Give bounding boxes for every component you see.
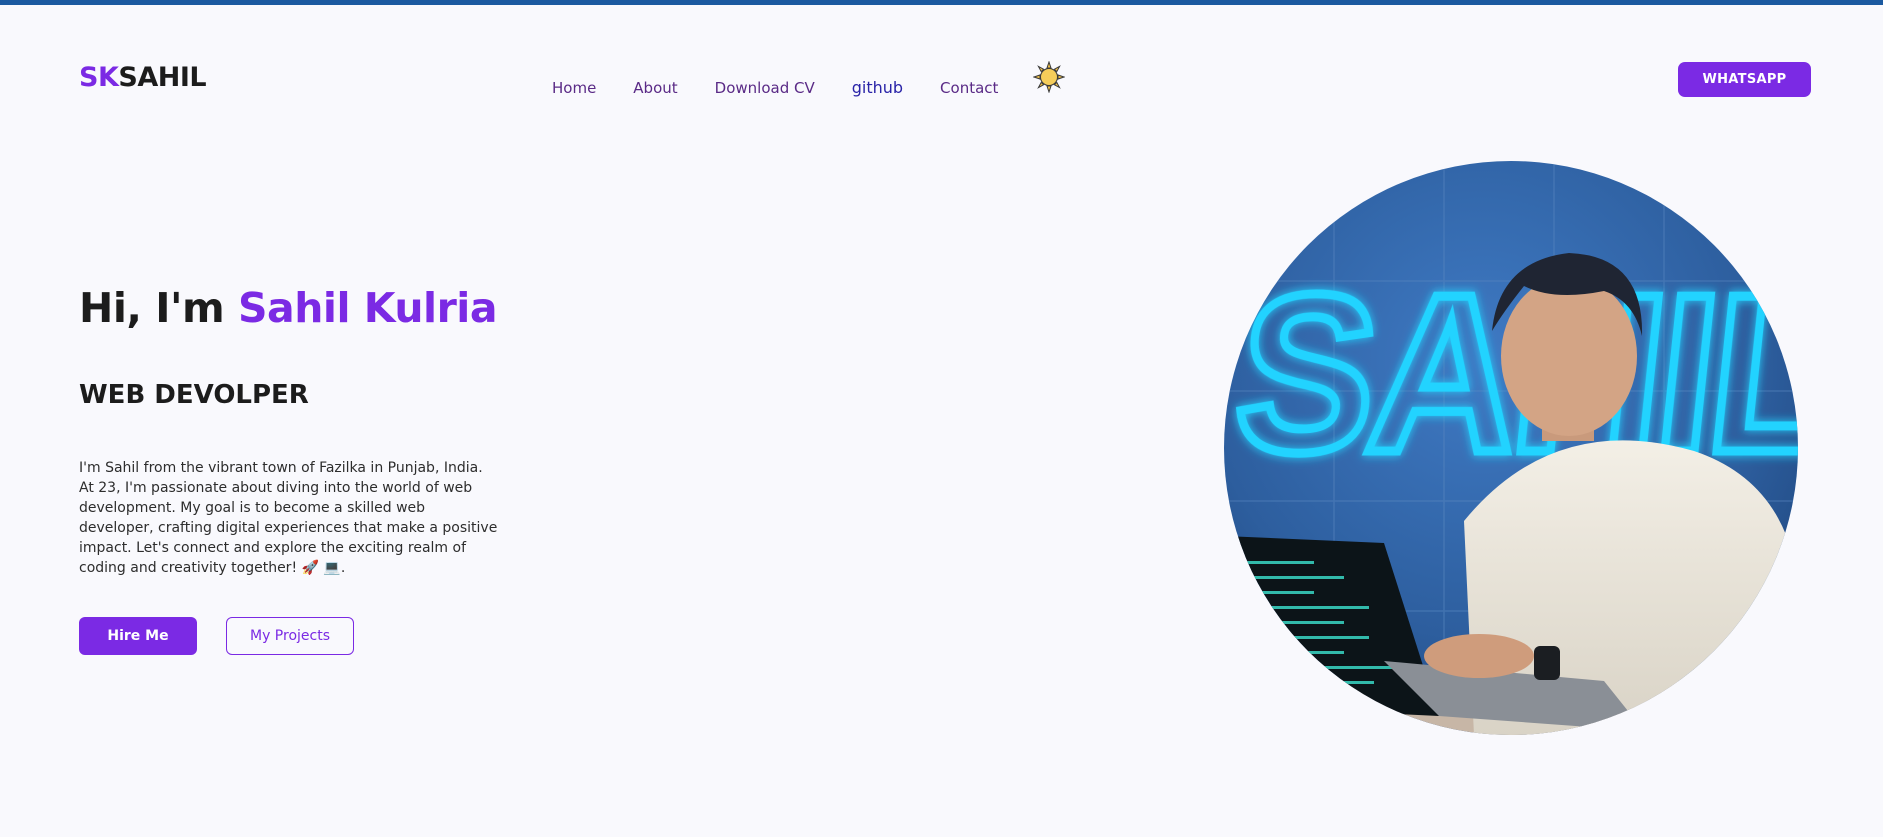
nav-download-cv-link[interactable]: Download CV — [715, 79, 815, 97]
face — [1501, 276, 1637, 436]
watch — [1534, 646, 1560, 680]
hero-greeting: Hi, I'm — [79, 284, 225, 332]
main-nav: Home About Download CV github Contact — [552, 78, 1035, 97]
whatsapp-button[interactable]: WHATSAPP — [1678, 62, 1811, 97]
site-logo[interactable]: SKSAHIL — [79, 62, 207, 93]
nav-contact-link[interactable]: Contact — [940, 79, 998, 97]
nav-home-link[interactable]: Home — [552, 79, 596, 97]
profile-portrait: SAHIL — [1224, 161, 1798, 735]
nav-github-link[interactable]: github — [852, 78, 903, 97]
my-projects-button[interactable]: My Projects — [226, 617, 354, 655]
hire-me-button[interactable]: Hire Me — [79, 617, 197, 655]
sun-icon[interactable] — [1032, 60, 1066, 94]
top-accent-bar — [0, 0, 1883, 5]
hero-role: WEB DEVOLPER — [79, 380, 309, 410]
hero-bio: I'm Sahil from the vibrant town of Fazil… — [79, 460, 498, 576]
logo-text: SAHIL — [118, 62, 207, 93]
hero-heading: Hi, I'm Sahil Kulria — [79, 284, 498, 332]
logo-prefix: SK — [79, 62, 119, 93]
hero-name: Sahil Kulria — [238, 284, 498, 332]
nav-about-link[interactable]: About — [633, 79, 677, 97]
hands — [1424, 634, 1534, 678]
